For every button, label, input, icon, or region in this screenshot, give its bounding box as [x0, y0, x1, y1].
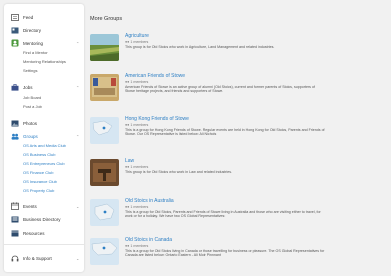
chevron-up-icon[interactable]: ⌃	[76, 41, 79, 46]
group-members-label: 1 members	[130, 40, 149, 44]
group-name[interactable]: Old Stoics in Australia	[125, 198, 174, 204]
sidebar-subitem-post-a-job[interactable]: Post a Job	[23, 104, 42, 109]
group-members-count: ●●1 members	[125, 123, 148, 127]
group-members-label: 1 members	[130, 123, 149, 127]
sidebar-item-resources[interactable]: Resources	[4, 227, 84, 239]
group-members-count: ●●1 members	[125, 244, 148, 248]
group-members-count: ●●1 members	[125, 205, 148, 209]
sidebar-item-groups[interactable]: Groups ⌃	[4, 130, 84, 142]
group-description: This group is for Old Stoics who work in…	[125, 44, 275, 49]
sidebar-item-directory[interactable]: Directory	[4, 24, 84, 36]
sidebar-item-jobs[interactable]: Jobs ⌃	[4, 81, 84, 93]
groups-icon	[11, 132, 19, 140]
chevron-up-icon[interactable]: ⌃	[76, 85, 79, 90]
group-description: This group is for Old Stoics who work in…	[125, 169, 233, 174]
sidebar-subitem-mentoring-relationships[interactable]: Mentoring Relationships	[23, 59, 66, 64]
group-thumbnail-map[interactable]	[90, 238, 119, 265]
sidebar-item-label: Mentoring	[23, 40, 44, 46]
group-thumbnail-law[interactable]	[90, 159, 119, 186]
group-card-old-stoics-in-australia[interactable]: Old Stoics in Australia ●●1 members This…	[90, 197, 340, 235]
sidebar-item-events[interactable]: Events ⌄	[4, 200, 84, 212]
group-card-law[interactable]: Law ●●1 members This group is for Old St…	[90, 157, 340, 195]
group-thumbnail-agriculture[interactable]	[90, 34, 119, 61]
group-card-american-friends-of-stowe[interactable]: American Friends of Stowe ●●1 members Am…	[90, 72, 340, 110]
group-name[interactable]: Hong Kong Friends of Stowe	[125, 116, 189, 122]
resources-icon	[11, 229, 19, 237]
sidebar-subitem-group[interactable]: OS Business Club	[23, 152, 55, 157]
group-thumbnail-map[interactable]	[90, 117, 119, 144]
chevron-down-icon[interactable]: ⌄	[76, 256, 79, 261]
sidebar-subitem-group[interactable]: OS Insurance Club	[23, 179, 57, 184]
group-card-old-stoics-in-canada[interactable]: Old Stoics in Canada ●●1 members This is…	[90, 236, 340, 274]
sidebar-item-label: Groups	[23, 133, 38, 139]
sidebar-item-label: Events	[23, 203, 37, 209]
sidebar-item-info-support[interactable]: Info & Support ⌄	[4, 252, 84, 264]
group-name[interactable]: Old Stoics in Canada	[125, 237, 172, 243]
group-thumbnail-map[interactable]	[90, 199, 119, 226]
photos-icon	[11, 119, 19, 127]
events-icon	[11, 202, 19, 210]
sidebar-item-label: Directory	[23, 27, 42, 33]
sidebar-subitem-find-a-mentor[interactable]: Find a Mentor	[23, 50, 48, 55]
group-card-agriculture[interactable]: Agriculture ●●1 members This group is fo…	[90, 32, 340, 70]
jobs-icon	[11, 83, 19, 91]
sidebar-subitem-group[interactable]: OS Property Club	[23, 188, 54, 193]
sidebar: Feed Directory Mentoring ⌃ Find a Mentor…	[4, 4, 84, 272]
sidebar-item-label: Jobs	[23, 84, 33, 90]
members-icon: ●●	[125, 40, 130, 44]
sidebar-item-photos[interactable]: Photos	[4, 117, 84, 129]
group-members-count: ●●1 members	[125, 165, 148, 169]
group-description: This is a group for Old Stoics, Parents …	[125, 209, 321, 219]
group-thumbnail-american-friends[interactable]	[90, 74, 119, 101]
sidebar-item-label: Photos	[23, 120, 38, 126]
sidebar-item-label: Business Directory	[23, 216, 61, 222]
sidebar-item-business-directory[interactable]: Business Directory	[4, 213, 84, 225]
group-name[interactable]: Agriculture	[125, 33, 149, 39]
sidebar-item-label: Info & Support	[23, 255, 52, 261]
sidebar-subitem-job-board[interactable]: Job Board	[23, 95, 41, 100]
sidebar-subitem-group[interactable]: OS Arts and Media Club	[23, 143, 66, 148]
mentoring-icon	[11, 39, 19, 47]
group-description: This is a group for Hong Kong Friends of…	[125, 127, 325, 137]
sidebar-subitem-group[interactable]: OS Entrepreneurs Club	[23, 161, 65, 166]
sidebar-item-label: Feed	[23, 14, 34, 20]
main-content: More Groups Agriculture ●●1 members This…	[84, 0, 391, 276]
group-description: This is a group for Old Stoics living in…	[125, 248, 325, 258]
sidebar-item-feed[interactable]: Feed	[4, 11, 84, 23]
business-directory-icon	[11, 215, 19, 223]
directory-icon	[11, 26, 19, 34]
page-title: More Groups	[90, 16, 123, 22]
group-members-label: 1 members	[130, 80, 149, 84]
members-icon: ●●	[125, 205, 130, 209]
chevron-down-icon[interactable]: ⌄	[76, 204, 79, 209]
group-members-label: 1 members	[130, 165, 149, 169]
group-name[interactable]: American Friends of Stowe	[125, 73, 185, 79]
group-card-hong-kong[interactable]: Hong Kong Friends of Stowe ●●1 members T…	[90, 115, 340, 153]
members-icon: ●●	[125, 80, 130, 84]
info-support-icon	[11, 254, 19, 262]
members-icon: ●●	[125, 244, 130, 248]
members-icon: ●●	[125, 165, 130, 169]
feed-icon	[11, 13, 19, 21]
group-members-label: 1 members	[130, 205, 149, 209]
members-icon: ●●	[125, 123, 130, 127]
group-members-count: ●●1 members	[125, 80, 148, 84]
sidebar-item-mentoring[interactable]: Mentoring ⌃	[4, 37, 84, 49]
group-members-count: ●●1 members	[125, 40, 148, 44]
sidebar-subitem-group[interactable]: OS Finance Club	[23, 170, 53, 175]
sidebar-subitem-settings[interactable]: Settings	[23, 68, 37, 73]
sidebar-divider	[4, 244, 84, 245]
group-description: American Friends of Stowe is an active g…	[125, 84, 315, 94]
sidebar-item-label: Resources	[23, 230, 45, 236]
chevron-up-icon[interactable]: ⌃	[76, 134, 79, 139]
group-name[interactable]: Law	[125, 158, 134, 164]
group-members-label: 1 members	[130, 244, 149, 248]
